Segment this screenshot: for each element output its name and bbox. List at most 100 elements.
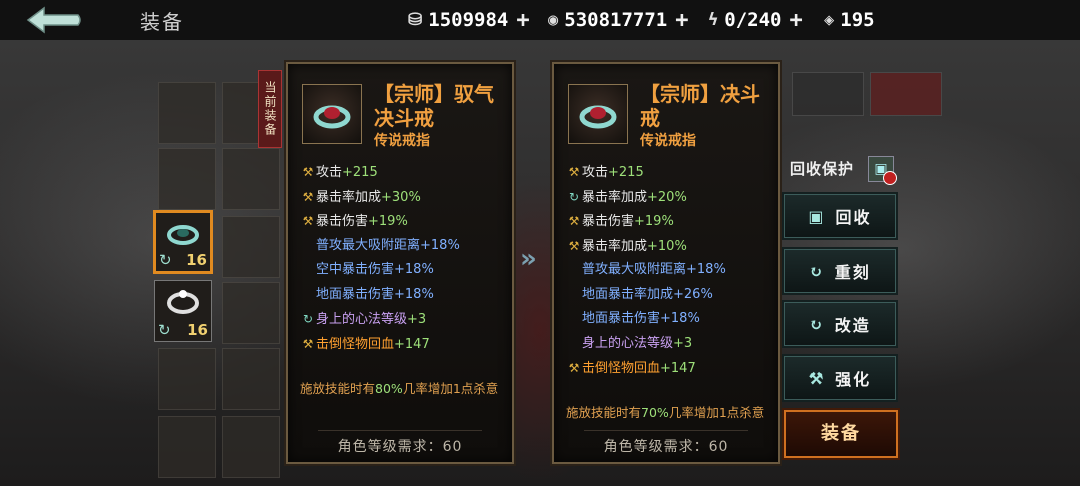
stat-row: 身上的心法等级+3 [566,332,772,357]
stat-value: +147 [660,361,696,376]
add-coin-button[interactable]: + [675,8,688,33]
energy-value: 0/240 [724,9,782,31]
stat-value: +18% [420,237,460,253]
stat-row: ⚒ 暴击伤害+19% [566,209,772,234]
page-title: 装备 [140,10,184,34]
stat-row: 地面暴击伤害+18% [566,307,772,332]
effect-text-end: 几率增加1点杀意 [402,381,499,396]
item-effect-description: 施放技能时有70%几率增加1点杀意 [566,402,770,424]
stat-name: 普攻最大吸附距离 [316,237,421,253]
hammer-icon: ⚒ [302,189,314,204]
effect-text-end: 几率增加1点杀意 [668,405,765,420]
disabled-icon [883,171,897,185]
stat-row: 普攻最大吸附距离+18% [300,234,506,259]
stat-value: +19% [368,214,408,229]
ring-icon [313,105,351,129]
recycle-button[interactable]: ▣ 回收 [784,194,896,238]
modify-button[interactable]: ↻ 改造 [784,302,896,346]
effect-chance: 80% [375,381,403,396]
item-effect-description: 施放技能时有80%几率增加1点杀意 [300,378,504,400]
hammer-icon: ⚒ [568,214,580,228]
equip-button[interactable]: 装备 [784,410,898,458]
hammer-icon: ⚒ [302,165,314,179]
enhance-button[interactable]: ⚒ 强化 [784,356,896,400]
stat-name: 暴击率加成 [582,238,648,254]
enhance-label: 强化 [835,370,872,389]
top-bar: 装备 ⛁ 1509984 + ◉ 530817771 + ϟ 0/240 + ◈… [0,0,1080,40]
hammer-icon: ⚒ [568,238,580,253]
stat-row: ⚒ 攻击+215 [300,160,506,185]
tab[interactable] [870,72,942,116]
stat-row: 普攻最大吸附距离+18% [566,258,772,283]
stat-value: +3 [673,335,693,351]
cycle-icon: ↻ [158,321,171,339]
cycle-icon: ↻ [568,189,580,204]
stat-name: 击倒怪物回血 [582,361,661,376]
energy-resource: ϟ 0/240 + [708,8,803,33]
level-requirement: 角色等级需求：60 [288,430,512,456]
ingot-resource: ⛁ 1509984 + [408,8,530,33]
inventory-slot[interactable] [158,348,216,410]
item-level: 16 [187,321,208,339]
hammer-icon: ⚒ [302,214,314,228]
ring-icon [167,290,199,314]
add-ingot-button[interactable]: + [516,8,529,33]
stat-value: +20% [647,189,687,205]
stat-name: 身上的心法等级 [582,335,674,351]
stat-value: +30% [381,189,421,205]
inventory-slot[interactable] [222,416,280,478]
hammer-icon: ⚒ [568,165,580,179]
current-item-card: 【宗师】驭气决斗戒 传说戒指 ⚒ 攻击+215 ⚒ 暴击率加成+30% ⚒ 暴击伤害+19… [286,62,514,464]
stat-name: 暴击伤害 [316,214,369,229]
ring-icon [579,105,617,129]
stat-row: 地面暴击率加成+26% [566,283,772,308]
reforge-button[interactable]: ↻ 重刻 [784,249,896,293]
inventory-slot[interactable] [222,216,280,278]
add-energy-button[interactable]: + [789,8,802,33]
selected-ring-slot[interactable]: ↻ 16 [153,210,213,274]
hammer-icon: ⚒ [808,368,826,388]
inventory-slot[interactable] [222,282,280,344]
stat-row: ⚒ 暴击率加成+30% [300,185,506,210]
effect-chance: 70% [641,405,669,420]
ingot-icon: ⛁ [408,10,423,30]
stat-name: 地面暴击伤害 [582,311,661,326]
inventory-slot[interactable] [222,148,280,210]
cycle-icon: ↻ [302,312,314,326]
stat-name: 攻击 [582,165,609,180]
stat-value: +10% [647,238,687,254]
compare-item-card: 【宗师】决斗戒 传说戒指 ⚒ 攻击+215 ↻ 暴击率加成+20% ⚒ 暴击伤害+19% ⚒… [552,62,780,464]
stat-name: 暴击率加成 [582,189,648,205]
ring-icon [167,225,199,245]
back-arrow-icon[interactable] [24,6,84,34]
inventory-slot[interactable] [158,416,216,478]
stat-name: 地面暴击率加成 [582,286,674,302]
stat-name: 击倒怪物回血 [316,336,395,352]
stat-value: +18% [660,311,700,326]
stat-value: +18% [394,286,434,302]
ring-slot[interactable]: ↻ 16 [154,280,212,342]
ingot-value: 1509984 [428,9,509,31]
stat-name: 地面暴击伤害 [316,286,395,302]
ticket-resource: ◈ 195 [824,8,875,32]
lightning-icon: ϟ [708,10,719,30]
stat-name: 普攻最大吸附距离 [582,262,687,277]
stat-row: 空中暴击伤害+18% [300,258,506,283]
coin-resource: ◉ 530817771 + [548,8,688,33]
stat-value: +18% [686,262,726,277]
cycle-icon: ↻ [809,261,825,281]
effect-text-start: 施放技能时有 [300,381,376,396]
stat-value: +215 [608,165,644,180]
recycle-protect-toggle-icon[interactable]: ▣ [868,156,897,185]
item-name: 【宗师】决斗戒 [640,82,760,130]
coin-icon: ◉ [548,10,559,30]
stat-value: +18% [394,262,434,277]
tab[interactable] [792,72,864,116]
inventory-slot[interactable] [158,82,216,144]
cube-icon: ▣ [808,206,826,226]
coin-value: 530817771 [564,9,668,31]
item-type: 传说戒指 [640,133,696,149]
inventory-slot[interactable] [222,348,280,410]
inventory-slot[interactable] [158,148,216,210]
ticket-icon: ◈ [824,10,835,30]
